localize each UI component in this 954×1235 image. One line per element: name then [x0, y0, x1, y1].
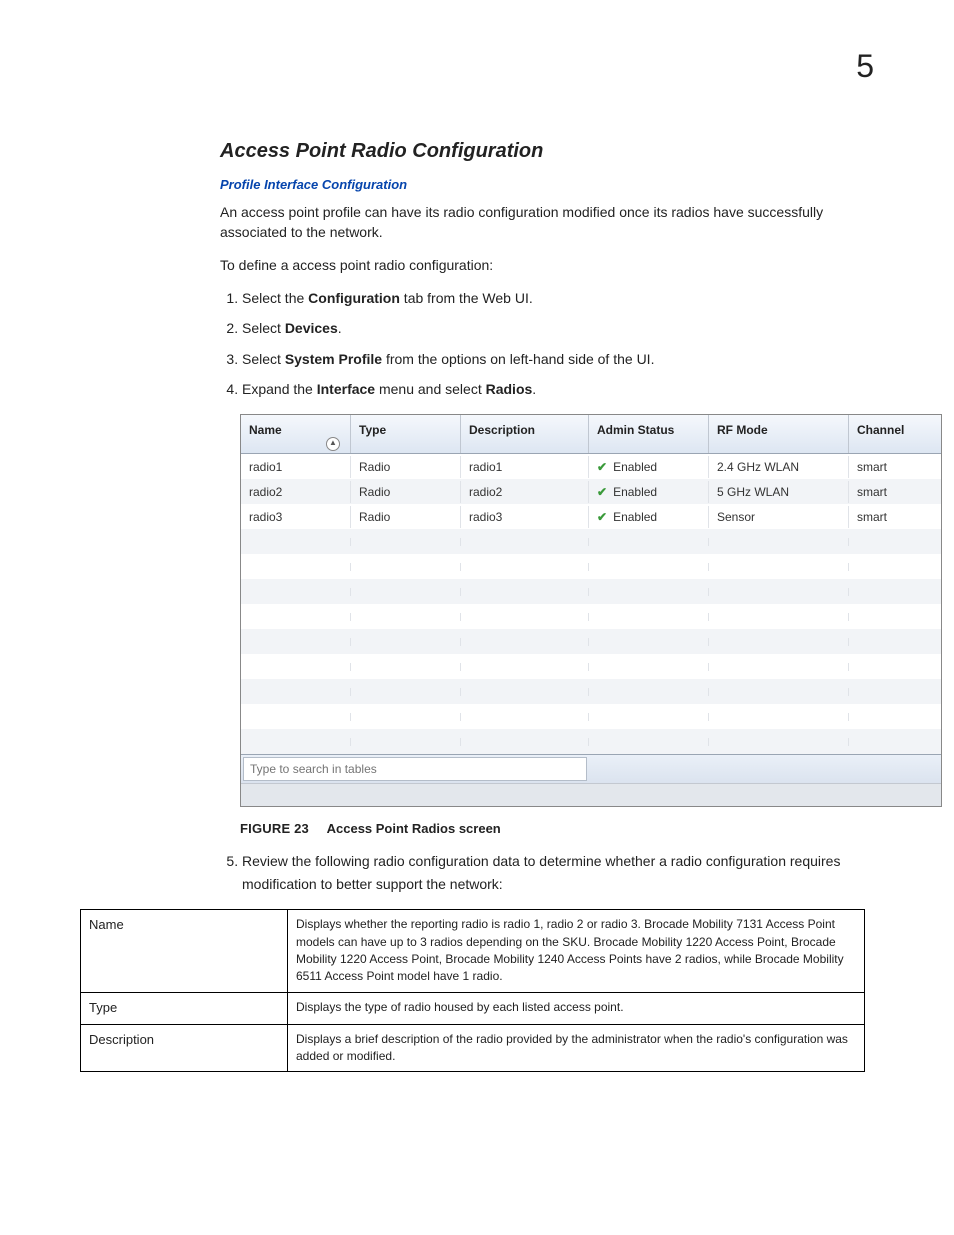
cell-name: radio1: [241, 456, 351, 478]
table-row-empty: [241, 654, 941, 679]
desc-row: NameDisplays whether the reporting radio…: [81, 910, 865, 993]
step-5: Review the following radio configuration…: [242, 850, 874, 895]
desc-text: Displays whether the reporting radio is …: [288, 910, 865, 993]
cell-desc: radio1: [461, 456, 589, 478]
step-2: Select Devices.: [242, 317, 874, 339]
col-header-name-label: Name: [249, 423, 282, 437]
figure-label: FIGURE 23: [240, 821, 309, 836]
step-3: Select System Profile from the options o…: [242, 348, 874, 370]
cell-desc: radio3: [461, 506, 589, 528]
desc-row: TypeDisplays the type of radio housed by…: [81, 992, 865, 1024]
table-search-input[interactable]: [243, 757, 587, 781]
link-profile-interface-config[interactable]: Profile Interface Configuration: [220, 177, 874, 192]
section-title: Access Point Radio Configuration: [220, 140, 874, 163]
check-icon: ✔: [597, 485, 607, 499]
step-4: Expand the Interface menu and select Rad…: [242, 378, 874, 400]
page: 5 Access Point Radio Configuration Profi…: [0, 0, 954, 1235]
cell-desc: radio2: [461, 481, 589, 503]
cell-channel: smart: [849, 506, 941, 528]
intro-paragraph-2: To define a access point radio configura…: [220, 255, 874, 275]
desc-row: DescriptionDisplays a brief description …: [81, 1024, 865, 1072]
col-header-name[interactable]: Name ▲: [241, 415, 351, 453]
table-row[interactable]: radio3Radioradio3✔EnabledSensorsmart: [241, 504, 941, 529]
cell-type: Radio: [351, 456, 461, 478]
table-header-row: Name ▲ Type Description Admin Status RF …: [241, 415, 941, 454]
desc-text: Displays the type of radio housed by eac…: [288, 992, 865, 1024]
col-header-type[interactable]: Type: [351, 415, 461, 453]
desc-text: Displays a brief description of the radi…: [288, 1024, 865, 1072]
col-header-channel[interactable]: Channel: [849, 415, 941, 453]
table-row-empty: [241, 629, 941, 654]
cell-rf: 2.4 GHz WLAN: [709, 456, 849, 478]
steps-list-continued: Review the following radio configuration…: [220, 850, 874, 895]
cell-channel: smart: [849, 456, 941, 478]
desc-term: Description: [81, 1024, 288, 1072]
chapter-number: 5: [856, 48, 874, 85]
cell-admin: ✔Enabled: [589, 456, 709, 478]
cell-name: radio2: [241, 481, 351, 503]
col-header-rf-mode[interactable]: RF Mode: [709, 415, 849, 453]
desc-term: Name: [81, 910, 288, 993]
table-body: radio1Radioradio1✔Enabled2.4 GHz WLANsma…: [241, 454, 941, 754]
radios-table-screenshot: Name ▲ Type Description Admin Status RF …: [240, 414, 942, 807]
check-icon: ✔: [597, 460, 607, 474]
cell-admin: ✔Enabled: [589, 481, 709, 503]
table-footer-strip: [241, 783, 941, 806]
table-row-empty: [241, 579, 941, 604]
cell-type: Radio: [351, 481, 461, 503]
step-1: Select the Configuration tab from the We…: [242, 287, 874, 309]
col-header-description[interactable]: Description: [461, 415, 589, 453]
table-row-empty: [241, 729, 941, 754]
figure-text: Access Point Radios screen: [327, 821, 501, 836]
table-row[interactable]: radio2Radioradio2✔Enabled5 GHz WLANsmart: [241, 479, 941, 504]
cell-admin: ✔Enabled: [589, 506, 709, 528]
col-header-admin-status[interactable]: Admin Status: [589, 415, 709, 453]
sort-asc-icon[interactable]: ▲: [326, 437, 340, 451]
table-row-empty: [241, 529, 941, 554]
description-table: NameDisplays whether the reporting radio…: [80, 909, 865, 1072]
table-search-bar: [241, 754, 941, 783]
figure-caption: FIGURE 23 Access Point Radios screen: [240, 821, 874, 836]
table-row-empty: [241, 604, 941, 629]
desc-term: Type: [81, 992, 288, 1024]
steps-list: Select the Configuration tab from the We…: [220, 287, 874, 401]
table-row-empty: [241, 704, 941, 729]
cell-rf: 5 GHz WLAN: [709, 481, 849, 503]
cell-channel: smart: [849, 481, 941, 503]
intro-paragraph-1: An access point profile can have its rad…: [220, 202, 874, 243]
cell-rf: Sensor: [709, 506, 849, 528]
table-row-empty: [241, 679, 941, 704]
check-icon: ✔: [597, 510, 607, 524]
table-row[interactable]: radio1Radioradio1✔Enabled2.4 GHz WLANsma…: [241, 454, 941, 479]
cell-type: Radio: [351, 506, 461, 528]
table-row-empty: [241, 554, 941, 579]
cell-name: radio3: [241, 506, 351, 528]
